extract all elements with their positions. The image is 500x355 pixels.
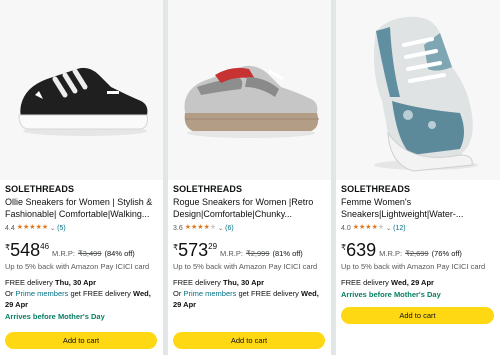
mrp-value: ₹3,499: [77, 249, 102, 258]
review-count-link[interactable]: (5): [57, 225, 66, 232]
product-grid: SOLETHREADS Ollie Sneakers for Women | S…: [0, 0, 500, 355]
free-delivery-line: FREE delivery Wed, 29 Apr: [341, 278, 494, 288]
chevron-down-icon[interactable]: ⌄: [218, 225, 223, 232]
price-whole: 639: [346, 240, 377, 260]
product-image[interactable]: [168, 0, 331, 180]
cashback-offer: Up to 5% back with Amazon Pay ICICI card: [341, 262, 486, 271]
prime-delivery-line: Or Prime members get FREE delivery Wed, …: [5, 288, 157, 310]
teal-sneaker-image: [374, 16, 478, 172]
discount-percent: (84% off): [104, 249, 135, 258]
brand-name: SOLETHREADS: [341, 184, 411, 194]
price-row: ₹ 573 29 M.R.P: ₹2,999 (81% off): [173, 241, 325, 259]
cashback-offer: Up to 5% back with Amazon Pay ICICI card: [5, 262, 150, 271]
prime-members-link[interactable]: Prime members: [15, 289, 68, 298]
rating-value: 3.6: [173, 224, 183, 232]
rating-value: 4.4: [5, 224, 15, 232]
price-currency: ₹: [5, 243, 11, 252]
chevron-down-icon[interactable]: ⌄: [50, 225, 55, 232]
product-card[interactable]: SOLETHREADS Ollie Sneakers for Women | S…: [0, 0, 163, 355]
review-count-link[interactable]: (6): [225, 225, 234, 232]
discount-percent: (76% off): [431, 249, 462, 258]
product-title-link[interactable]: Rogue Sneakers for Women |Retro Design|C…: [173, 197, 325, 220]
price-whole: 548: [10, 240, 41, 260]
prime-delivery-text: get FREE delivery: [70, 289, 131, 298]
add-to-cart-button[interactable]: Add to cart: [173, 332, 325, 349]
prime-delivery-text: get FREE delivery: [238, 289, 299, 298]
product-image[interactable]: [0, 0, 163, 180]
empty-star-icon: ★: [209, 224, 217, 231]
star-rating[interactable]: ★ ★ ★ ★ ★: [185, 224, 216, 232]
half-star-icon: ★: [41, 224, 49, 231]
star-rating[interactable]: ★ ★ ★ ★ ★: [17, 224, 48, 232]
product-image[interactable]: [336, 0, 500, 180]
or-text: Or: [5, 289, 14, 298]
rating-row: 4.4 ★ ★ ★ ★ ★ ⌄ (5): [5, 223, 157, 233]
cashback-offer: Up to 5% back with Amazon Pay ICICI card: [173, 262, 318, 271]
rating-row: 4.0 ★ ★ ★ ★ ★ ⌄ (12): [341, 223, 494, 233]
prime-members-link[interactable]: Prime members: [183, 289, 236, 298]
mrp-value: ₹2,999: [245, 249, 270, 258]
prime-delivery-line: Or Prime members get FREE delivery Wed, …: [173, 288, 325, 310]
discount-percent: (81% off): [272, 249, 303, 258]
product-info: SOLETHREADS Rogue Sneakers for Women |Re…: [173, 183, 325, 310]
grey-red-sneaker-image: [184, 65, 319, 138]
product-card[interactable]: SOLETHREADS Rogue Sneakers for Women |Re…: [168, 0, 331, 355]
delivery-date: Wed, 29 Apr: [391, 278, 434, 287]
price-fraction: 46: [40, 242, 50, 251]
price-fraction: 29: [208, 242, 218, 251]
chevron-down-icon[interactable]: ⌄: [386, 225, 391, 232]
free-delivery-label: FREE delivery: [5, 278, 53, 287]
product-info: SOLETHREADS Femme Women's Sneakers|Light…: [341, 183, 494, 300]
price-row: ₹ 548 46 M.R.P: ₹3,499 (84% off): [5, 241, 157, 259]
delivery-date: Thu, 30 Apr: [223, 278, 265, 287]
product-title-link[interactable]: Ollie Sneakers for Women | Stylish & Fas…: [5, 197, 157, 220]
rating-value: 4.0: [341, 224, 351, 232]
brand-name: SOLETHREADS: [5, 184, 75, 194]
product-title-link[interactable]: Femme Women's Sneakers|Lightweight|Water…: [341, 197, 494, 220]
product-card[interactable]: SOLETHREADS Femme Women's Sneakers|Light…: [336, 0, 500, 355]
mrp-label: M.R.P:: [220, 249, 243, 258]
or-text: Or: [173, 289, 182, 298]
add-to-cart-button[interactable]: Add to cart: [5, 332, 157, 349]
product-info: SOLETHREADS Ollie Sneakers for Women | S…: [5, 183, 157, 322]
free-delivery-label: FREE delivery: [341, 278, 389, 287]
mrp-value: ₹2,699: [405, 249, 429, 258]
rating-row: 3.6 ★ ★ ★ ★ ★ ⌄ (6): [173, 223, 325, 233]
review-count-link[interactable]: (12): [393, 225, 405, 232]
free-delivery-label: FREE delivery: [173, 278, 221, 287]
price-row: ₹ 639 M.R.P: ₹2,699 (76% off): [341, 241, 494, 259]
delivery-date: Thu, 30 Apr: [55, 278, 97, 287]
star-rating[interactable]: ★ ★ ★ ★ ★: [353, 224, 384, 232]
empty-star-icon: ★: [377, 224, 385, 231]
mrp-label: M.R.P:: [379, 249, 403, 258]
black-sneaker-image: [17, 67, 148, 136]
price-currency: ₹: [341, 243, 347, 252]
price-whole: 573: [178, 240, 209, 260]
mrp-label: M.R.P:: [52, 249, 75, 258]
arrives-before-badge: Arrives before Mother's Day: [5, 312, 105, 321]
free-delivery-line: FREE delivery Thu, 30 Apr: [173, 278, 325, 288]
brand-name: SOLETHREADS: [173, 184, 243, 194]
free-delivery-line: FREE delivery Thu, 30 Apr: [5, 278, 157, 288]
add-to-cart-button[interactable]: Add to cart: [341, 307, 494, 324]
price-currency: ₹: [173, 243, 179, 252]
arrives-before-badge: Arrives before Mother's Day: [341, 290, 441, 299]
